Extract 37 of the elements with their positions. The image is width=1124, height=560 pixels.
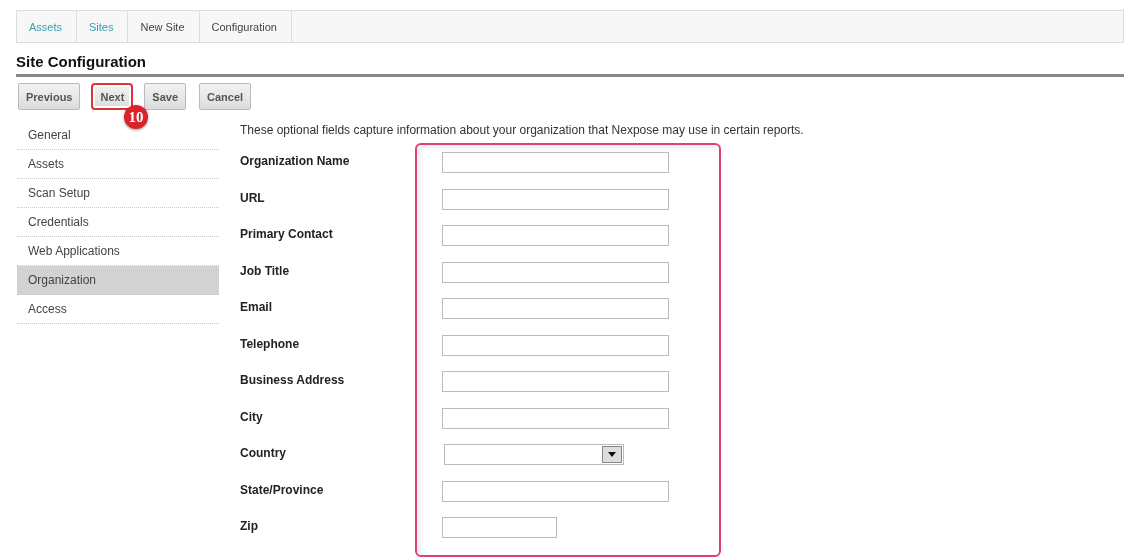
page-title: Site Configuration	[16, 53, 1124, 77]
input-field[interactable]	[442, 152, 669, 173]
input-field[interactable]	[442, 261, 669, 283]
field-label: City	[240, 409, 263, 424]
breadcrumb-item[interactable]: Configuration	[199, 11, 292, 42]
input-field[interactable]	[442, 298, 669, 319]
sidebar-item[interactable]: Organization	[17, 266, 219, 295]
field-label: Country	[240, 446, 286, 461]
input-field[interactable]	[442, 407, 669, 429]
dropdown-field[interactable]	[444, 444, 624, 465]
sidebar-item[interactable]: Assets	[17, 150, 219, 179]
toolbar-button[interactable]: Previous	[18, 83, 81, 110]
field-label: Job Title	[240, 263, 290, 278]
field-label: Email	[240, 300, 272, 315]
field-label: Zip	[240, 519, 258, 534]
sidebar-item[interactable]: General	[17, 121, 219, 150]
field-label: Telephone	[240, 336, 300, 351]
sidebar-item[interactable]: Access	[17, 295, 219, 324]
input-field[interactable]	[442, 225, 669, 246]
description-text: These optional fields capture information about your organization that Nexpose may use in certain reports.	[240, 123, 805, 137]
field-label: Organization Name	[240, 154, 350, 169]
field-label: Business Address	[240, 373, 345, 388]
field-label: URL	[240, 190, 265, 205]
breadcrumb-item[interactable]: New Site	[128, 11, 200, 42]
toolbar-button[interactable]: Cancel	[199, 83, 252, 110]
input-field[interactable]	[442, 334, 669, 356]
input-field[interactable]	[442, 371, 669, 392]
sidebar-item[interactable]: Scan Setup	[17, 179, 219, 208]
input-field[interactable]	[442, 517, 557, 538]
field-label: State/Province	[240, 482, 324, 497]
toolbar-button[interactable]: Save	[144, 83, 186, 110]
step-badge: 10	[124, 105, 148, 129]
input-field[interactable]	[442, 188, 669, 210]
input-field[interactable]	[442, 480, 669, 502]
sidebar-item[interactable]: Credentials	[17, 208, 219, 237]
field-label: Primary Contact	[240, 227, 333, 242]
toolbar-button[interactable]: Next	[91, 83, 134, 110]
